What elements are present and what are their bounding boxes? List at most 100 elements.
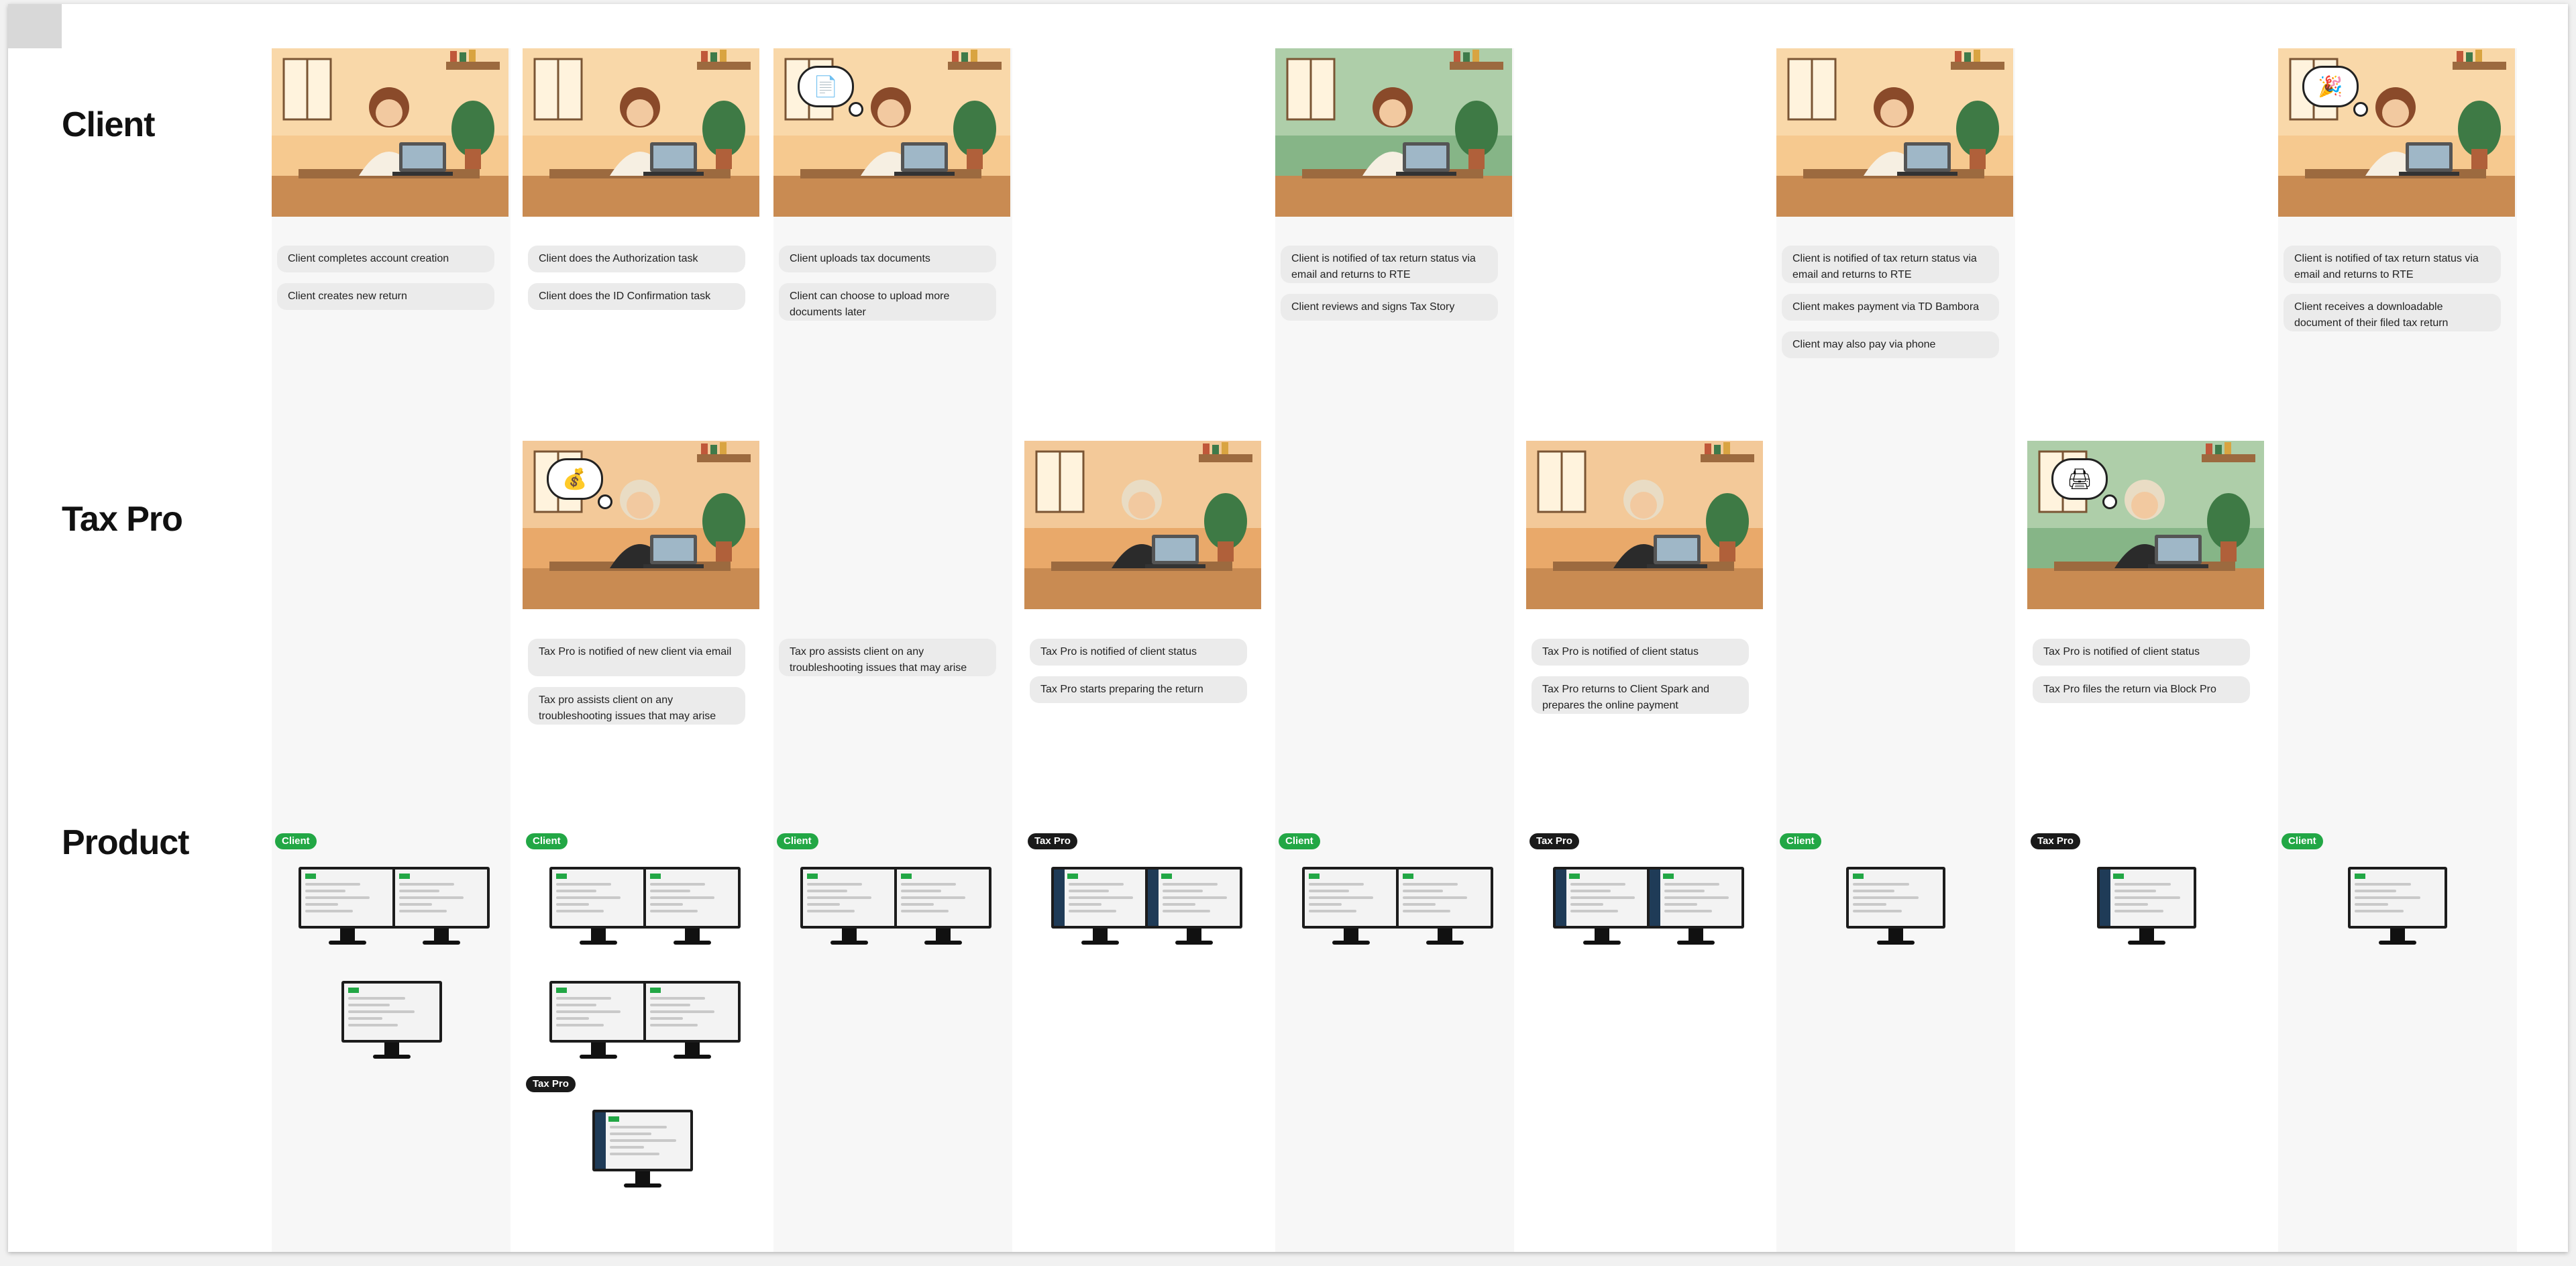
badge-client: Client <box>526 833 568 849</box>
desktop-monitor[interactable] <box>2348 867 2447 947</box>
monitor-base <box>624 1183 661 1188</box>
content-line <box>1853 883 1909 886</box>
product-screen-preview <box>595 1112 690 1169</box>
content-line <box>901 890 942 892</box>
desktop-monitor[interactable] <box>1647 867 1744 947</box>
content-line <box>1853 910 1902 912</box>
content-line <box>650 903 684 906</box>
content-line <box>348 997 406 1000</box>
monitor-base <box>422 941 460 945</box>
note-card: Client does the ID Confirmation task <box>528 283 745 310</box>
monitor-screen <box>1396 867 1493 929</box>
desktop-monitor[interactable] <box>392 867 490 947</box>
brand-logo <box>1309 874 1320 879</box>
desktop-monitor[interactable] <box>592 1110 693 1190</box>
note-card: Tax pro assists client on any troublesho… <box>779 639 996 676</box>
content-line <box>556 1010 621 1013</box>
monitor-stand <box>590 929 606 941</box>
thought-bubble: 💰 <box>547 458 603 500</box>
app-sidebar <box>595 1112 606 1169</box>
row-label-taxpro: Tax Pro <box>62 500 183 539</box>
app-sidebar <box>1650 869 1660 926</box>
monitor-screen <box>549 867 647 929</box>
money-bag-icon: 💰 <box>562 468 588 490</box>
content-line <box>1570 890 1611 892</box>
desktop-monitor[interactable] <box>894 867 991 947</box>
desktop-monitor[interactable] <box>643 981 741 1061</box>
content-line <box>1069 896 1133 899</box>
content-line <box>305 896 370 899</box>
content-line <box>305 890 346 892</box>
brand-logo <box>1569 874 1580 879</box>
desktop-monitor[interactable] <box>1846 867 1945 947</box>
client-illustration <box>1275 48 1512 217</box>
content-line <box>1664 883 1720 886</box>
brand-logo <box>650 988 661 993</box>
product-screen-preview <box>646 984 738 1040</box>
monitor-base <box>2128 941 2165 945</box>
content-line <box>1664 890 1705 892</box>
board-corner-handle[interactable] <box>8 4 62 48</box>
monitor-stand <box>935 929 951 941</box>
tax-pro-illustration: 💰 <box>523 441 759 609</box>
content-line <box>348 1017 383 1020</box>
desktop-monitor[interactable] <box>1051 867 1148 947</box>
document-icon: 📄 <box>813 75 839 98</box>
desktop-monitor[interactable] <box>1302 867 1399 947</box>
badge-client: Client <box>2282 833 2323 849</box>
content-line <box>556 910 604 912</box>
content-line <box>1853 890 1894 892</box>
content-line <box>2355 883 2411 886</box>
brand-logo <box>1853 874 1864 879</box>
desktop-monitor[interactable] <box>800 867 898 947</box>
content-line <box>556 903 590 906</box>
row-label-client: Client <box>62 105 155 144</box>
thought-bubble-tail <box>849 102 863 117</box>
desktop-monitor[interactable] <box>1553 867 1650 947</box>
monitor-screen <box>643 981 741 1043</box>
desktop-monitor[interactable] <box>549 981 647 1061</box>
monitor-stand <box>1594 929 1609 941</box>
desktop-monitor[interactable] <box>341 981 442 1061</box>
monitor-screen <box>549 981 647 1043</box>
monitor-stand <box>684 929 700 941</box>
desktop-monitor[interactable] <box>549 867 647 947</box>
content-line <box>2114 903 2149 906</box>
monitor-base <box>1332 941 1370 945</box>
content-line <box>610 1139 677 1142</box>
monitor-stand <box>433 929 449 941</box>
monitor-base <box>373 1055 411 1059</box>
scene-drawing <box>1526 441 1763 609</box>
note-card: Tax Pro is notified of client status <box>1532 639 1749 666</box>
desktop-monitor[interactable] <box>643 867 741 947</box>
content-line <box>1309 903 1342 906</box>
content-line <box>556 1017 590 1020</box>
content-line <box>650 910 698 912</box>
product-screen-preview <box>1305 869 1397 926</box>
monitor-stand <box>590 1043 606 1055</box>
content-line <box>1403 883 1458 886</box>
monitor-screen <box>392 867 490 929</box>
desktop-monitor[interactable] <box>1396 867 1493 947</box>
content-line <box>1163 903 1196 906</box>
note-card: Client may also pay via phone <box>1782 331 1999 358</box>
monitor-screen <box>2097 867 2196 929</box>
product-screen-preview <box>2351 869 2445 926</box>
monitor-screen <box>1051 867 1148 929</box>
monitor-stand <box>841 929 857 941</box>
monitor-screen <box>1145 867 1242 929</box>
desktop-monitor[interactable] <box>1145 867 1242 947</box>
note-card: Tax Pro is notified of client status <box>2033 639 2250 666</box>
product-screen-preview <box>1399 869 1491 926</box>
note-card: Tax Pro returns to Client Spark and prep… <box>1532 676 1749 714</box>
content-line <box>2114 890 2156 892</box>
note-card: Client does the Authorization task <box>528 246 745 272</box>
brand-logo <box>807 874 818 879</box>
journey-column <box>272 48 511 1252</box>
desktop-monitor[interactable] <box>299 867 396 947</box>
content-line <box>650 1004 691 1006</box>
desktop-monitor[interactable] <box>2097 867 2196 947</box>
client-illustration: 🎉 <box>2278 48 2515 217</box>
monitor-stand <box>1888 929 1903 941</box>
monitor-base <box>673 1055 711 1059</box>
